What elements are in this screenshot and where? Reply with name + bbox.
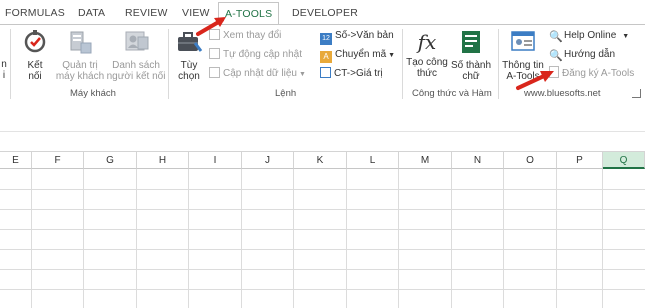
number-to-words-button[interactable]: Số thành chữ [449, 29, 493, 82]
group-label-lenh: Lệnh [275, 88, 297, 99]
connect-button[interactable]: Kết nối [16, 29, 54, 82]
convert-code-label: Chuyển mã [335, 49, 387, 60]
grid-line [0, 229, 645, 230]
tab-developer[interactable]: DEVELOPER [292, 7, 358, 19]
arrow-icon [516, 71, 554, 90]
server-icon [54, 29, 106, 58]
column-header-p[interactable]: P [557, 151, 603, 169]
column-header-f[interactable]: F [32, 151, 84, 169]
create-formula-label: Tạo công thức [406, 57, 448, 79]
register-label: Đăng ký A-Tools [562, 68, 635, 79]
column-header-m[interactable]: M [399, 151, 452, 169]
separator [10, 29, 11, 99]
column-header-i[interactable]: I [189, 151, 242, 169]
tab-data[interactable]: DATA [78, 7, 105, 19]
auto-update-item[interactable]: Tự động cập nhật [209, 47, 302, 63]
formula-value-icon [320, 67, 331, 78]
column-header-j[interactable]: J [242, 151, 294, 169]
column-header-n[interactable]: N [452, 151, 504, 169]
number-text-icon: 12 [320, 33, 332, 45]
formula-bar-area [0, 103, 645, 151]
column-header-q[interactable]: Q [603, 151, 645, 169]
convert-code-item[interactable]: A Chuyển mã ▼ [320, 47, 395, 63]
number-word-icon [449, 29, 493, 58]
group-label-may-khach: Máy khách [70, 88, 116, 99]
number-to-text-label: Số->Văn bản [335, 30, 394, 41]
cut-off-button: ni [1, 59, 7, 81]
group-label-cong-thuc: Công thức và Hàm [412, 88, 492, 99]
user-list-label: Danh sách người kết nối [106, 60, 166, 82]
chevron-down-icon: ▼ [622, 33, 630, 40]
dialog-launcher-icon[interactable] [632, 89, 641, 98]
separator [168, 29, 169, 99]
grid-line [0, 209, 645, 210]
options-label: Tùy chọn [178, 60, 200, 82]
spreadsheet-grid: E F G H I J K L M N O P Q [0, 151, 645, 308]
guide-label: Hướng dẫn [564, 49, 616, 60]
update-data-item[interactable]: Cập nhật dữ liệu ▼ [209, 66, 306, 82]
help-online-label: Help Online [564, 30, 617, 41]
search-help-icon: 🔍 [549, 50, 563, 62]
grid-line [0, 189, 645, 190]
ribbon-tabs: FORMULAS DATA REVIEW VIEW A-TOOLS DEVELO… [0, 0, 645, 25]
column-header-l[interactable]: L [347, 151, 399, 169]
help-online-item[interactable]: 🔍Help Online ▼ [549, 28, 629, 44]
register-item[interactable]: Đăng ký A-Tools [549, 66, 634, 82]
tab-review[interactable]: REVIEW [125, 7, 168, 19]
convert-icon: A [320, 51, 332, 63]
manage-client-label: Quản trị máy khách [55, 60, 105, 82]
separator [498, 29, 499, 99]
number-to-text-item[interactable]: 12 Số->Văn bản [320, 28, 394, 45]
checkbox-icon [209, 48, 220, 59]
guide-item[interactable]: 🔍Hướng dẫn [549, 47, 615, 63]
info-card-icon [500, 29, 546, 58]
grid-line [0, 269, 645, 270]
user-list-icon [106, 29, 166, 58]
grid-line [0, 289, 645, 290]
connect-icon [16, 29, 54, 58]
column-header-h[interactable]: H [137, 151, 189, 169]
help-icon: 🔍 [549, 31, 563, 43]
chevron-down-icon: ▼ [388, 52, 396, 59]
tab-formulas[interactable]: FORMULAS [5, 7, 65, 19]
column-header-o[interactable]: O [504, 151, 557, 169]
checkbox-icon [209, 67, 220, 78]
auto-update-label: Tự động cập nhật [223, 49, 302, 60]
fx-icon: fx [417, 30, 437, 54]
column-header-k[interactable]: K [294, 151, 347, 169]
update-data-label: Cập nhật dữ liệu [223, 68, 297, 79]
column-header-g[interactable]: G [84, 151, 137, 169]
divider [0, 131, 645, 132]
create-formula-button[interactable]: fx Tạo công thức [405, 29, 449, 79]
formula-to-value-item[interactable]: CT->Giá trị [320, 66, 383, 82]
column-header-e[interactable]: E [0, 151, 32, 169]
separator [402, 29, 403, 99]
user-list-button[interactable]: Danh sách người kết nối [106, 29, 166, 82]
number-to-words-label: Số thành chữ [450, 60, 492, 82]
manage-client-button[interactable]: Quản trị máy khách [54, 29, 106, 82]
chevron-down-icon: ▼ [298, 71, 306, 78]
connect-label: Kết nối [27, 60, 43, 82]
grid-line [0, 249, 645, 250]
formula-to-value-label: CT->Giá trị [334, 68, 383, 79]
ribbon: ni Kết nối Quản trị máy khách Danh sách … [0, 24, 645, 104]
arrow-icon [196, 17, 226, 36]
